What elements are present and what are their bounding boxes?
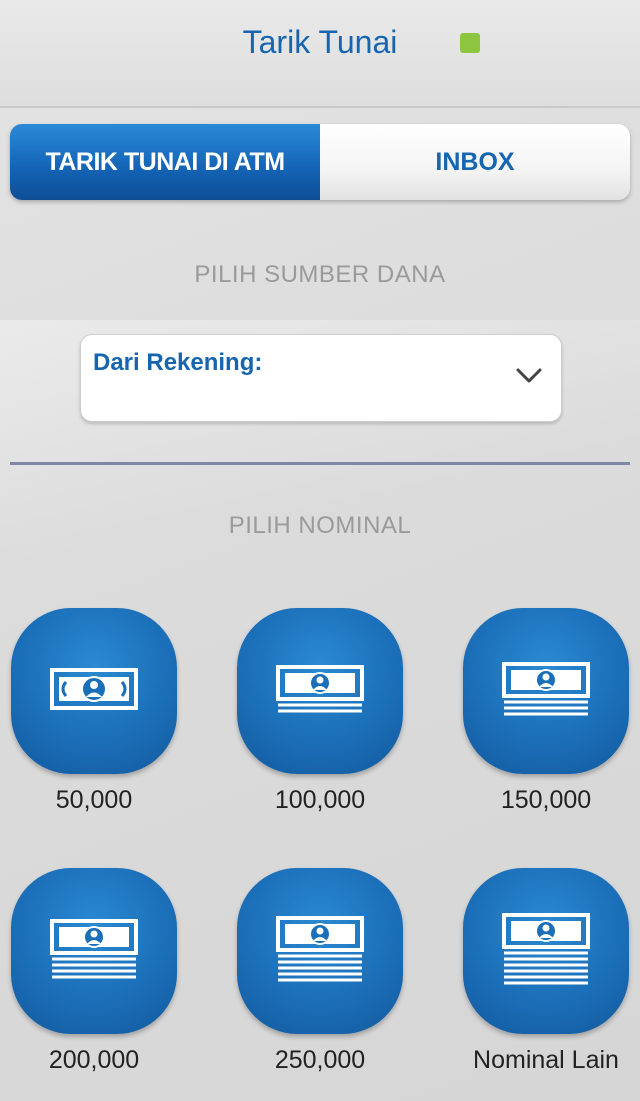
amount-button[interactable] bbox=[11, 868, 177, 1034]
amount-label: 250,000 bbox=[274, 1046, 366, 1074]
amount-button[interactable] bbox=[11, 608, 177, 774]
tab-tarik-tunai-di-atm[interactable]: TARIK TUNAI DI ATM bbox=[10, 124, 320, 200]
amount-label: Nominal Lain bbox=[473, 1046, 619, 1074]
amount-button[interactable] bbox=[463, 868, 629, 1034]
amount-option-200000[interactable]: 200,000 bbox=[9, 868, 179, 1075]
tab-inbox[interactable]: INBOX bbox=[320, 124, 630, 200]
section-divider bbox=[10, 462, 630, 465]
amount-label: 200,000 bbox=[48, 1046, 140, 1074]
banknote-stack-icon bbox=[502, 913, 590, 985]
amount-option-50000[interactable]: 50,000 bbox=[9, 608, 179, 815]
amount-option-250000[interactable]: 250,000 bbox=[235, 868, 405, 1075]
single-banknote-icon bbox=[50, 668, 138, 710]
chevron-down-icon bbox=[516, 368, 542, 383]
source-section-label: PILIH SUMBER DANA bbox=[194, 261, 446, 288]
amount-button[interactable] bbox=[463, 608, 629, 774]
amount-label: 100,000 bbox=[274, 786, 366, 814]
amount-option-nominal-lain[interactable]: Nominal Lain bbox=[461, 868, 631, 1075]
amount-option-150000[interactable]: 150,000 bbox=[461, 608, 631, 815]
status-indicator bbox=[460, 33, 480, 53]
banknote-stack-icon bbox=[276, 665, 364, 713]
tab-bar: TARIK TUNAI DI ATM INBOX bbox=[10, 124, 630, 200]
banknote-stack-icon bbox=[502, 662, 590, 716]
amount-option-100000[interactable]: 100,000 bbox=[235, 608, 405, 815]
banknote-stack-icon bbox=[50, 919, 138, 979]
dropdown-label: Dari Rekening: bbox=[93, 349, 263, 376]
nominal-section-label: PILIH NOMINAL bbox=[228, 512, 412, 539]
amount-label: 150,000 bbox=[500, 786, 592, 814]
amount-button[interactable] bbox=[237, 868, 403, 1034]
app-header: Tarik Tunai bbox=[0, 0, 640, 108]
banknote-stack-icon bbox=[276, 916, 364, 982]
amount-label: 50,000 bbox=[55, 786, 133, 814]
account-dropdown[interactable]: Dari Rekening: bbox=[80, 334, 562, 422]
amount-button[interactable] bbox=[237, 608, 403, 774]
page-title: Tarik Tunai bbox=[242, 24, 398, 60]
